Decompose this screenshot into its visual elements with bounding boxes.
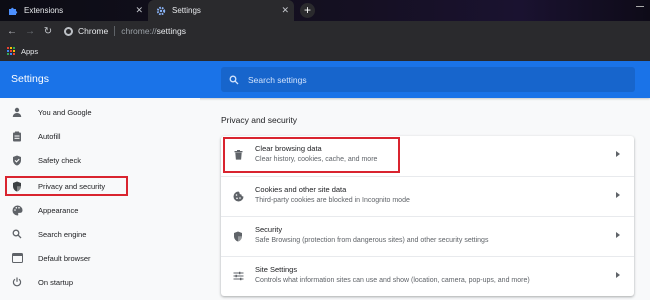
apps-link[interactable]: Apps [21, 47, 38, 56]
highlight-box-clear-browsing-data [223, 137, 400, 173]
row-title: Security [255, 225, 283, 234]
close-tab-extensions-icon[interactable]: ✕ [135, 5, 143, 15]
row-subtitle: Safe Browsing (protection from dangerous… [255, 237, 489, 244]
sidebar-item-safety-check[interactable]: Safety check [0, 149, 200, 171]
tab-extensions-label: Extensions [24, 6, 64, 15]
power-icon [11, 276, 23, 288]
new-tab-button[interactable]: + [300, 3, 315, 18]
sidebar-item-on-startup[interactable]: On startup [0, 271, 200, 293]
back-arrow-icon[interactable]: ← [3, 26, 21, 37]
section-title: Privacy and security [221, 115, 298, 125]
minimize-icon[interactable] [636, 6, 644, 7]
row-title: Site Settings [255, 265, 298, 274]
toolbar: ← → ↻ Chrome chrome://settings [0, 21, 650, 41]
url-path: settings [156, 26, 186, 36]
sidebar-item-label: Autofill [38, 131, 61, 141]
search-box[interactable] [221, 67, 635, 92]
row-site-settings[interactable]: Site Settings Controls what information … [221, 256, 634, 296]
row-subtitle: Controls what information sites can use … [255, 277, 530, 284]
palette-icon [11, 204, 23, 216]
sidebar-item-label: You and Google [38, 107, 92, 117]
chevron-right-icon [616, 192, 620, 198]
puzzle-icon [8, 6, 18, 16]
sidebar-item-autofill[interactable]: Autofill [0, 125, 200, 147]
bookmarks-bar: Apps [0, 41, 650, 61]
address-separator [114, 26, 116, 36]
tab-strip: Extensions ✕ Settings ✕ + [0, 0, 650, 21]
sidebar-item-search-engine[interactable]: Search engine [0, 223, 200, 245]
search-input[interactable] [248, 74, 608, 85]
tab-extensions[interactable]: Extensions ✕ [0, 0, 148, 21]
sidebar-item-you-and-google[interactable]: You and Google [0, 101, 200, 123]
cookie-icon [232, 190, 244, 202]
sidebar-item-label: Default browser [38, 253, 91, 263]
sliders-icon [232, 270, 244, 282]
highlight-box-privacy-and-security [5, 176, 128, 196]
chrome-icon [64, 26, 73, 36]
forward-arrow-icon[interactable]: → [21, 26, 39, 37]
tab-settings-label: Settings [172, 6, 201, 15]
sidebar: You and Google Autofill Safety check Pri… [0, 98, 200, 300]
browser-icon [11, 252, 23, 264]
row-cookies-and-site-data[interactable]: Cookies and other site data Third-party … [221, 176, 634, 216]
person-icon [11, 106, 23, 118]
row-security[interactable]: Security Safe Browsing (protection from … [221, 216, 634, 256]
chevron-right-icon [616, 232, 620, 238]
page-title: Settings [11, 73, 49, 85]
search-icon [11, 228, 23, 240]
url-scheme: chrome:// [121, 26, 157, 36]
shield-check-icon [11, 154, 23, 166]
row-subtitle: Third-party cookies are blocked in Incog… [255, 197, 410, 204]
site-label: Chrome [78, 26, 109, 36]
search-icon [229, 75, 239, 84]
gear-icon [156, 6, 166, 16]
sidebar-item-label: On startup [38, 277, 74, 287]
chevron-right-icon [616, 272, 620, 278]
apps-icon[interactable] [7, 47, 15, 55]
sidebar-item-appearance[interactable]: Appearance [0, 199, 200, 221]
settings-header: Settings [0, 61, 650, 98]
chevron-right-icon [616, 151, 620, 157]
close-tab-settings-icon[interactable]: ✕ [281, 5, 289, 15]
sidebar-item-default-browser[interactable]: Default browser [0, 247, 200, 269]
sidebar-item-label: Search engine [38, 229, 87, 239]
row-title: Cookies and other site data [255, 185, 347, 194]
reload-icon[interactable]: ↻ [39, 26, 57, 37]
address-bar[interactable]: Chrome chrome://settings [64, 24, 186, 38]
sidebar-item-label: Appearance [38, 205, 79, 215]
sidebar-item-label: Safety check [38, 155, 81, 165]
clipboard-icon [11, 130, 23, 142]
shield-icon [232, 230, 244, 242]
tab-settings[interactable]: Settings ✕ [148, 0, 294, 21]
